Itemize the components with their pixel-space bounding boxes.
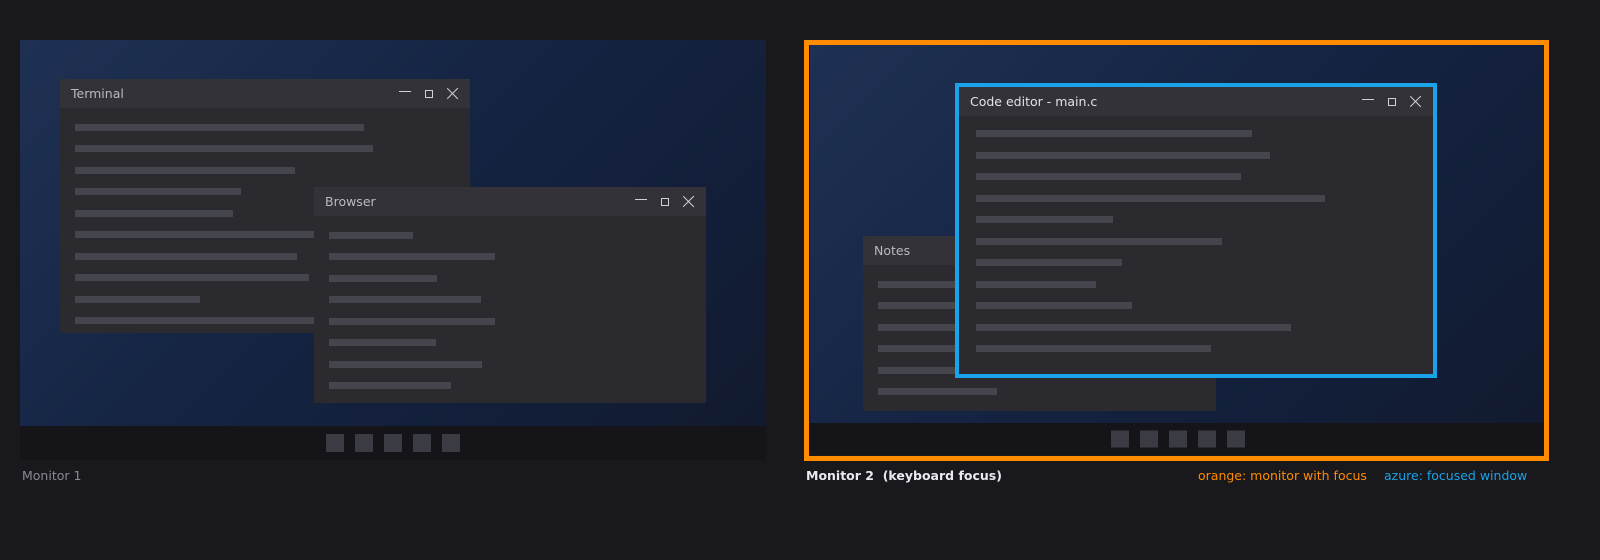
text-line	[75, 274, 309, 281]
taskbar-app-icon[interactable]	[384, 434, 402, 452]
taskbar-app-icon[interactable]	[442, 434, 460, 452]
taskbar-app-icon[interactable]	[1139, 430, 1158, 448]
taskbar-app-icon[interactable]	[1197, 430, 1216, 448]
monitor-2-label: Monitor 2 (keyboard focus)	[806, 468, 1002, 483]
minimize-icon[interactable]	[1362, 99, 1374, 100]
text-line	[75, 145, 373, 152]
titlebar-code-editor[interactable]: Code editor - main.c	[959, 87, 1433, 116]
taskbar-app-icon[interactable]	[326, 434, 344, 452]
text-line	[329, 253, 495, 260]
taskbar-app-icon[interactable]	[1110, 430, 1129, 448]
taskbar-app-icon[interactable]	[413, 434, 431, 452]
text-line	[976, 281, 1096, 288]
window-title: Browser	[325, 194, 376, 209]
window-title: Code editor - main.c	[970, 94, 1098, 109]
maximize-icon[interactable]	[1388, 97, 1396, 106]
desktop-2[interactable]: Notes Code editor - main.c	[810, 45, 1545, 423]
monitor-1-label: Monitor 1	[22, 468, 82, 483]
window-browser[interactable]: Browser	[314, 187, 706, 403]
taskbar-app-icon[interactable]	[1226, 430, 1245, 448]
text-line	[75, 210, 233, 217]
taskbar-app-icon[interactable]	[355, 434, 373, 452]
text-line	[329, 339, 436, 346]
desktop-1[interactable]: Terminal Browser	[20, 40, 766, 426]
taskbar-2	[810, 423, 1545, 455]
legend-window-focus: azure: focused window	[1384, 468, 1528, 483]
text-line	[976, 259, 1122, 266]
text-line	[976, 130, 1252, 137]
text-line	[75, 167, 295, 174]
text-line	[329, 275, 437, 282]
text-line	[329, 296, 481, 303]
monitor-2: Notes Code editor - main.c	[810, 45, 1545, 455]
taskbar-1	[20, 426, 766, 460]
window-title: Notes	[874, 243, 911, 258]
text-line	[75, 188, 241, 195]
text-line	[329, 318, 495, 325]
text-line	[75, 124, 364, 131]
text-line	[329, 361, 482, 368]
titlebar-browser[interactable]: Browser	[314, 187, 706, 216]
close-icon[interactable]	[683, 196, 694, 207]
text-line	[976, 152, 1270, 159]
window-title: Terminal	[71, 86, 124, 101]
text-line	[976, 324, 1291, 331]
taskbar-app-icon[interactable]	[1168, 430, 1187, 448]
text-line	[976, 302, 1132, 309]
maximize-icon[interactable]	[425, 89, 433, 98]
titlebar-terminal[interactable]: Terminal	[60, 79, 470, 108]
maximize-icon[interactable]	[661, 197, 669, 206]
text-line	[976, 173, 1241, 180]
close-icon[interactable]	[447, 88, 458, 99]
text-line	[976, 238, 1222, 245]
monitor-1: Terminal Browser	[20, 40, 766, 460]
text-line	[329, 382, 451, 389]
text-line	[75, 253, 297, 260]
text-line	[75, 296, 200, 303]
text-line	[75, 317, 315, 324]
text-line	[329, 232, 413, 239]
text-line	[976, 216, 1113, 223]
text-line	[976, 345, 1211, 352]
minimize-icon[interactable]	[399, 91, 411, 92]
close-icon[interactable]	[1410, 96, 1421, 107]
text-line	[878, 388, 997, 395]
text-line	[75, 231, 315, 238]
minimize-icon[interactable]	[635, 199, 647, 200]
window-code-editor[interactable]: Code editor - main.c	[955, 83, 1437, 378]
legend-monitor-focus: orange: monitor with focus	[1198, 468, 1367, 483]
text-line	[976, 195, 1325, 202]
